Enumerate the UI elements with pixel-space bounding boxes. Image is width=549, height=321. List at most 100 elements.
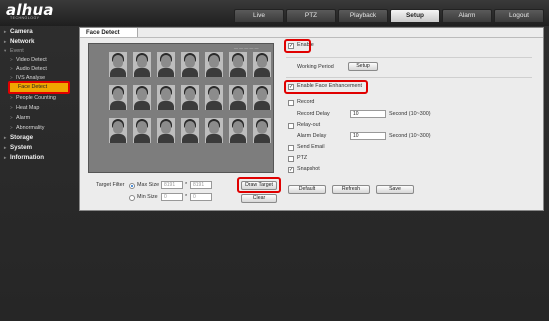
max-size-label: Max Size bbox=[137, 182, 160, 188]
min-size-height-input[interactable]: 0 bbox=[190, 193, 212, 201]
face-enhancement-label: Enable Face Enhancement bbox=[297, 83, 363, 89]
face-thumbnail bbox=[229, 85, 247, 110]
divider bbox=[286, 77, 532, 78]
alarm-delay-input[interactable]: 10 bbox=[350, 132, 386, 140]
min-size-width-input[interactable]: 0 bbox=[161, 193, 183, 201]
ptz-label: PTZ bbox=[297, 155, 308, 161]
sidebar-item-storage[interactable]: ▸ Storage bbox=[4, 133, 33, 142]
face-thumbnail bbox=[253, 85, 271, 110]
sidebar-item-label: Alarm bbox=[16, 115, 31, 121]
face-thumbnail bbox=[205, 118, 223, 143]
video-preview[interactable]: — — — — — bbox=[88, 43, 274, 173]
record-delay-label: Record Delay bbox=[297, 111, 330, 117]
save-button[interactable]: Save bbox=[376, 185, 414, 194]
face-thumbnail bbox=[157, 85, 175, 110]
target-filter-label: Target Filter bbox=[96, 182, 125, 188]
snapshot-label: Snapshot bbox=[297, 166, 320, 172]
face-thumbnail bbox=[181, 85, 199, 110]
face-thumbnail bbox=[109, 85, 127, 110]
send-email-label: Send Email bbox=[297, 144, 325, 150]
relay-out-checkbox[interactable] bbox=[288, 123, 294, 129]
top-bar: alhua TECHNOLOGY Live PTZ Playback Setup… bbox=[0, 0, 549, 26]
face-thumbnail bbox=[229, 118, 247, 143]
record-delay-unit: Second (10~300) bbox=[389, 111, 431, 117]
min-size-separator: * bbox=[185, 194, 188, 200]
sidebar-item-label: Camera bbox=[10, 28, 33, 35]
sidebar-item-camera[interactable]: ▸ Camera bbox=[4, 27, 33, 36]
tab-playback[interactable]: Playback bbox=[338, 9, 388, 23]
tab-ptz[interactable]: PTZ bbox=[286, 9, 336, 23]
page: alhua TECHNOLOGY Live PTZ Playback Setup… bbox=[0, 0, 549, 321]
tab-setup[interactable]: Setup bbox=[390, 9, 440, 23]
snapshot-checkbox[interactable]: ✓ bbox=[288, 167, 294, 173]
sidebar-item-abnormality[interactable]: > Abnormality bbox=[10, 123, 44, 132]
sidebar-item-label: Network bbox=[10, 38, 35, 45]
enable-label: Enable bbox=[297, 42, 314, 48]
face-thumbnail bbox=[157, 52, 175, 77]
record-checkbox[interactable] bbox=[288, 100, 294, 106]
enable-checkbox[interactable]: ✓ bbox=[288, 43, 294, 49]
record-delay-input[interactable]: 10 bbox=[350, 110, 386, 118]
draw-target-button[interactable]: Draw Target bbox=[241, 181, 277, 190]
face-thumbnail bbox=[109, 52, 127, 77]
face-thumbnail bbox=[157, 118, 175, 143]
sidebar-item-network[interactable]: ▸ Network bbox=[4, 37, 34, 46]
max-size-width-input[interactable]: 8191 bbox=[161, 181, 183, 189]
face-thumbnail bbox=[181, 118, 199, 143]
relay-out-label: Relay-out bbox=[297, 122, 321, 128]
max-size-separator: * bbox=[185, 182, 188, 188]
sidebar-item-ivs-analyse[interactable]: > IVS Analyse bbox=[10, 73, 45, 82]
max-size-radio[interactable] bbox=[129, 183, 135, 189]
sidebar-item-label: IVS Analyse bbox=[16, 75, 46, 81]
sidebar-item-label: Event bbox=[10, 48, 24, 54]
video-overlay-text: — — — — — bbox=[234, 45, 259, 50]
sidebar-item-information[interactable]: ▸ Information bbox=[4, 153, 44, 162]
sidebar-item-label: Video Detect bbox=[16, 57, 47, 63]
sidebar-item-label: Storage bbox=[10, 134, 34, 141]
logo-subtitle: TECHNOLOGY bbox=[10, 16, 40, 20]
sidebar-item-system[interactable]: ▸ System bbox=[4, 143, 32, 152]
sidebar: ▸ Camera ▸ Network ▾ Event > Video Detect > A… bbox=[0, 27, 76, 217]
send-email-checkbox[interactable] bbox=[288, 145, 294, 151]
sidebar-item-audio-detect[interactable]: > Audio Detect bbox=[10, 64, 47, 73]
sidebar-item-label: Abnormality bbox=[16, 125, 45, 131]
ptz-checkbox[interactable] bbox=[288, 156, 294, 162]
alarm-delay-unit: Second (10~300) bbox=[389, 133, 431, 139]
sidebar-item-label: People Counting bbox=[16, 95, 56, 101]
face-enhancement-checkbox[interactable]: ✓ bbox=[288, 84, 294, 90]
sidebar-item-label: Audio Detect bbox=[16, 66, 47, 72]
default-button[interactable]: Default bbox=[288, 185, 326, 194]
face-thumbnail bbox=[133, 118, 151, 143]
sidebar-item-label: Heat Map bbox=[16, 105, 40, 111]
tab-live[interactable]: Live bbox=[234, 9, 284, 23]
alarm-delay-label: Alarm Delay bbox=[297, 133, 327, 139]
divider bbox=[286, 57, 532, 58]
sidebar-item-label: System bbox=[10, 144, 33, 151]
sidebar-item-label: Information bbox=[10, 154, 45, 161]
sidebar-item-heat-map[interactable]: > Heat Map bbox=[10, 103, 39, 112]
min-size-label: Min Size bbox=[137, 194, 158, 200]
face-thumbnail bbox=[181, 52, 199, 77]
face-thumbnail bbox=[133, 85, 151, 110]
tab-logout[interactable]: Logout bbox=[494, 9, 544, 23]
sidebar-item-video-detect[interactable]: > Video Detect bbox=[10, 55, 47, 64]
sidebar-item-event[interactable]: ▾ Event bbox=[4, 46, 24, 55]
face-thumbnail bbox=[229, 52, 247, 77]
face-thumbnail bbox=[205, 52, 223, 77]
divider bbox=[80, 37, 543, 38]
sidebar-item-label: Face Detect bbox=[18, 84, 48, 90]
refresh-button[interactable]: Refresh bbox=[332, 185, 370, 194]
working-period-setup-button[interactable]: Setup bbox=[348, 62, 378, 71]
sidebar-item-alarm[interactable]: > Alarm bbox=[10, 113, 30, 122]
min-size-radio[interactable] bbox=[129, 195, 135, 201]
working-period-label: Working Period bbox=[297, 64, 334, 70]
record-label: Record bbox=[297, 99, 315, 105]
tab-alarm[interactable]: Alarm bbox=[442, 9, 492, 23]
face-thumbnail bbox=[253, 118, 271, 143]
face-thumbnail bbox=[253, 52, 271, 77]
clear-button[interactable]: Clear bbox=[241, 194, 277, 203]
max-size-height-input[interactable]: 8191 bbox=[190, 181, 212, 189]
sidebar-item-people-counting[interactable]: > People Counting bbox=[10, 93, 56, 102]
face-thumbnail bbox=[133, 52, 151, 77]
sidebar-item-face-detect[interactable]: Face Detect bbox=[10, 83, 68, 92]
